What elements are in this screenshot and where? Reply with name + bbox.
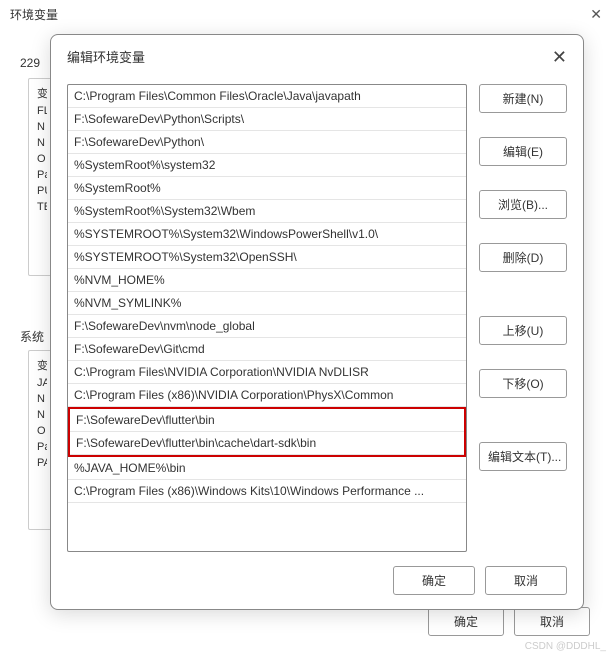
- path-item[interactable]: C:\Program Files (x86)\Windows Kits\10\W…: [68, 480, 466, 503]
- close-icon[interactable]: ✕: [590, 6, 602, 23]
- user-section-prefix: 229: [20, 56, 40, 70]
- user-var-item[interactable]: TE: [33, 199, 47, 215]
- system-var-item[interactable]: Pa: [33, 439, 47, 455]
- path-item[interactable]: %SystemRoot%\system32: [68, 154, 466, 177]
- path-item[interactable]: F:\SofewareDev\Git\cmd: [68, 338, 466, 361]
- environment-variables-dialog: 环境变量 ✕ 229 变 FL N N O Pa PU TE 系统 变 JA N…: [0, 0, 612, 654]
- modal-title-text: 编辑环境变量: [67, 47, 145, 66]
- browse-button[interactable]: 浏览(B)...: [479, 190, 567, 219]
- highlighted-paths: F:\SofewareDev\flutter\binF:\SofewareDev…: [68, 407, 466, 457]
- system-var-header: 变: [33, 355, 47, 375]
- path-item[interactable]: F:\SofewareDev\flutter\bin: [70, 409, 464, 432]
- path-list[interactable]: C:\Program Files\Common Files\Oracle\Jav…: [67, 84, 467, 552]
- side-buttons: 新建(N) 编辑(E) 浏览(B)... 删除(D) 上移(U) 下移(O) 编…: [479, 84, 567, 552]
- delete-button[interactable]: 删除(D): [479, 243, 567, 272]
- user-var-item[interactable]: N: [33, 135, 47, 151]
- system-var-item[interactable]: JA: [33, 375, 47, 391]
- system-var-item[interactable]: N: [33, 407, 47, 423]
- user-var-item[interactable]: FL: [33, 103, 47, 119]
- path-item[interactable]: F:\SofewareDev\Python\: [68, 131, 466, 154]
- path-item[interactable]: C:\Program Files (x86)\NVIDIA Corporatio…: [68, 384, 466, 407]
- path-item[interactable]: %JAVA_HOME%\bin: [68, 457, 466, 480]
- path-item[interactable]: %SYSTEMROOT%\System32\OpenSSH\: [68, 246, 466, 269]
- path-item[interactable]: %NVM_SYMLINK%: [68, 292, 466, 315]
- modal-ok-button[interactable]: 确定: [393, 566, 475, 595]
- outer-titlebar: 环境变量 ✕: [0, 0, 612, 29]
- path-item[interactable]: F:\SofewareDev\Python\Scripts\: [68, 108, 466, 131]
- watermark: CSDN @DDDHL_: [525, 641, 606, 652]
- path-item[interactable]: F:\SofewareDev\flutter\bin\cache\dart-sd…: [70, 432, 464, 455]
- system-var-item[interactable]: N: [33, 391, 47, 407]
- path-item[interactable]: %SystemRoot%: [68, 177, 466, 200]
- move-up-button[interactable]: 上移(U): [479, 316, 567, 345]
- path-item[interactable]: %SystemRoot%\System32\Wbem: [68, 200, 466, 223]
- path-item[interactable]: %SYSTEMROOT%\System32\WindowsPowerShell\…: [68, 223, 466, 246]
- modal-cancel-button[interactable]: 取消: [485, 566, 567, 595]
- user-var-item[interactable]: PU: [33, 183, 47, 199]
- new-button[interactable]: 新建(N): [479, 84, 567, 113]
- user-var-item[interactable]: Pa: [33, 167, 47, 183]
- user-var-item[interactable]: N: [33, 119, 47, 135]
- system-vars-box: 变 JA N N O Pa PA: [28, 350, 52, 530]
- path-item[interactable]: C:\Program Files\Common Files\Oracle\Jav…: [68, 85, 466, 108]
- move-down-button[interactable]: 下移(O): [479, 369, 567, 398]
- system-section-label: 系统: [20, 328, 44, 345]
- edit-text-button[interactable]: 编辑文本(T)...: [479, 442, 567, 471]
- outer-title-text: 环境变量: [10, 6, 58, 23]
- path-item[interactable]: F:\SofewareDev\nvm\node_global: [68, 315, 466, 338]
- edit-env-var-dialog: 编辑环境变量 ✕ C:\Program Files\Common Files\O…: [50, 34, 584, 610]
- system-var-item[interactable]: PA: [33, 455, 47, 471]
- outer-ok-button[interactable]: 确定: [428, 607, 504, 636]
- system-var-item[interactable]: O: [33, 423, 47, 439]
- outer-footer: 确定 取消: [428, 607, 590, 636]
- user-var-header: 变: [33, 83, 47, 103]
- user-vars-box: 变 FL N N O Pa PU TE: [28, 78, 52, 276]
- modal-footer: 确定 取消: [51, 552, 583, 609]
- modal-titlebar: 编辑环境变量 ✕: [51, 35, 583, 74]
- path-item[interactable]: C:\Program Files\NVIDIA Corporation\NVID…: [68, 361, 466, 384]
- user-var-item[interactable]: O: [33, 151, 47, 167]
- path-item[interactable]: %NVM_HOME%: [68, 269, 466, 292]
- close-icon[interactable]: ✕: [552, 48, 567, 66]
- edit-button[interactable]: 编辑(E): [479, 137, 567, 166]
- outer-cancel-button[interactable]: 取消: [514, 607, 590, 636]
